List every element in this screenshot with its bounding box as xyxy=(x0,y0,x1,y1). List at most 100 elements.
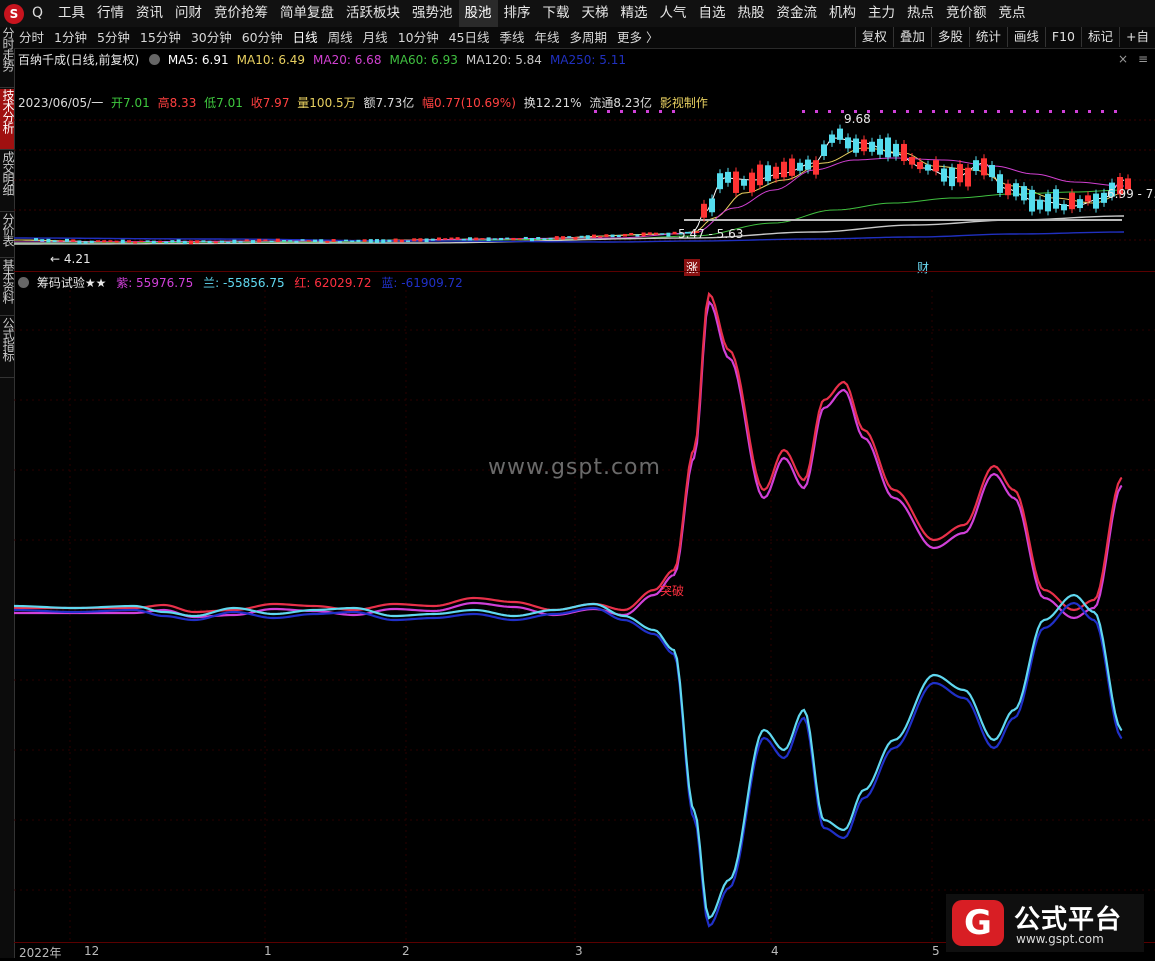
period-tab[interactable]: 更多 〉 xyxy=(612,27,663,48)
period-tab[interactable]: 季线 xyxy=(495,27,530,48)
tool-button[interactable]: 标记 xyxy=(1081,27,1119,47)
menu-item[interactable]: 自选 xyxy=(693,0,732,27)
menu-icon[interactable]: ≡ xyxy=(1138,52,1148,66)
period-tab[interactable]: 月线 xyxy=(358,27,393,48)
menu-item[interactable]: 问财 xyxy=(169,0,208,27)
ma-legend-item: MA10: 6.49 xyxy=(236,53,306,67)
menu-item[interactable]: 股池 xyxy=(458,0,498,27)
tool-button[interactable]: 统计 xyxy=(968,27,1007,47)
candle xyxy=(468,237,472,241)
indicator-lightblue-value: 兰: -55856.75 xyxy=(203,276,285,290)
candle xyxy=(375,239,379,243)
indicator-name[interactable]: 筹码试验★★ xyxy=(37,276,107,290)
search-icon[interactable]: Q xyxy=(32,5,43,21)
menu-item[interactable]: 天梯 xyxy=(576,0,615,27)
candle xyxy=(647,232,652,235)
period-tab[interactable]: 15分钟 xyxy=(135,27,186,48)
menu-item[interactable]: 资金流 xyxy=(771,0,824,27)
period-tab[interactable]: 日线 xyxy=(288,27,323,48)
candle xyxy=(474,237,479,241)
period-tab[interactable]: 60分钟 xyxy=(237,27,288,48)
menu-item[interactable]: 下载 xyxy=(537,0,576,27)
candle xyxy=(170,240,175,243)
settings-icon[interactable] xyxy=(149,54,161,65)
candle xyxy=(114,240,119,243)
event-tag-finance[interactable]: 财 xyxy=(917,259,929,276)
tool-button[interactable]: 画线 xyxy=(1006,27,1045,47)
menu-item[interactable]: 热股 xyxy=(732,0,771,27)
tool-button[interactable]: F10 xyxy=(1044,27,1081,47)
candle xyxy=(567,236,572,238)
period-tab[interactable]: 45日线 xyxy=(444,27,495,48)
tool-button[interactable]: 复权 xyxy=(854,27,893,47)
candle xyxy=(282,240,286,242)
menu-item[interactable]: 工具 xyxy=(52,0,91,27)
breakout-signal-label: 突破 xyxy=(660,584,685,598)
indicator-chart[interactable] xyxy=(14,290,1155,942)
price-chart[interactable] xyxy=(14,108,1155,271)
tool-button[interactable]: 叠加 xyxy=(892,27,931,47)
candle xyxy=(629,232,634,236)
indicator-blue-value: 蓝: -61909.72 xyxy=(381,276,463,290)
candle xyxy=(430,238,435,241)
period-tab[interactable]: 年线 xyxy=(530,27,565,48)
stock-title[interactable]: 百纳千成(日线,前复权) xyxy=(18,53,139,67)
high-price-label: 9.68 xyxy=(844,112,871,126)
candle xyxy=(269,240,274,243)
tool-button[interactable]: 多股 xyxy=(930,27,969,47)
signal-dot xyxy=(1049,110,1052,113)
side-tab[interactable]: 基本资料 xyxy=(0,259,15,316)
candle xyxy=(592,234,596,238)
side-tab[interactable]: 成交明细 xyxy=(0,151,15,212)
menu-item[interactable]: 机构 xyxy=(823,0,862,27)
side-tab[interactable]: 技术分析 xyxy=(0,89,15,150)
period-tab[interactable]: 分时 xyxy=(14,27,49,48)
candle xyxy=(486,237,491,242)
side-tab[interactable]: 分价表 xyxy=(0,213,15,258)
candle xyxy=(623,233,627,237)
menu-item[interactable]: 竞点 xyxy=(993,0,1032,27)
candle xyxy=(288,240,293,242)
side-tab[interactable]: 分时走势 xyxy=(0,27,15,88)
period-tab[interactable]: 30分钟 xyxy=(186,27,237,48)
pane-divider[interactable] xyxy=(14,271,1155,272)
menu-item[interactable]: 竞价额 xyxy=(940,0,993,27)
close-icon[interactable]: × xyxy=(1118,52,1128,66)
candle xyxy=(511,237,516,241)
side-tab[interactable]: 公式指标 xyxy=(0,317,15,378)
period-tab[interactable]: 1分钟 xyxy=(49,27,92,48)
candle xyxy=(207,240,212,244)
candle xyxy=(65,238,69,242)
menu-item[interactable]: 行情 xyxy=(91,0,130,27)
menu-item[interactable]: 精选 xyxy=(615,0,654,27)
menu-item[interactable]: 资讯 xyxy=(130,0,169,27)
period-tab[interactable]: 多周期 xyxy=(565,27,613,48)
candle xyxy=(381,239,386,244)
candle xyxy=(362,239,367,242)
candle xyxy=(449,237,454,240)
time-axis-label: 1 xyxy=(264,944,272,958)
menu-item[interactable]: 竞价抢筹 xyxy=(208,0,274,27)
period-tab[interactable]: 周线 xyxy=(323,27,358,48)
time-axis-label: 2 xyxy=(402,944,410,958)
tool-button[interactable]: +自 xyxy=(1119,27,1155,47)
candle xyxy=(412,238,417,242)
indicator-purple-value: 紫: 55976.75 xyxy=(116,276,194,290)
menu-item[interactable]: 主力 xyxy=(862,0,901,27)
event-tag-limit-up[interactable]: 涨 xyxy=(684,259,700,276)
signal-dot xyxy=(997,110,1000,113)
indicator-settings-icon[interactable] xyxy=(18,277,29,288)
candle xyxy=(232,239,237,244)
period-tab[interactable]: 5分钟 xyxy=(92,27,135,48)
menu-item[interactable]: 排序 xyxy=(498,0,537,27)
menu-item[interactable]: 人气 xyxy=(654,0,693,27)
menu-item[interactable]: 活跃板块 xyxy=(340,0,406,27)
app-logo-icon[interactable]: S xyxy=(4,4,24,24)
candle xyxy=(610,234,615,238)
menu-item[interactable]: 热点 xyxy=(901,0,940,27)
signal-dot xyxy=(1010,110,1013,113)
menu-item[interactable]: 简单复盘 xyxy=(274,0,340,27)
candle xyxy=(226,241,231,244)
menu-item[interactable]: 强势池 xyxy=(406,0,459,27)
period-tab[interactable]: 10分钟 xyxy=(393,27,444,48)
